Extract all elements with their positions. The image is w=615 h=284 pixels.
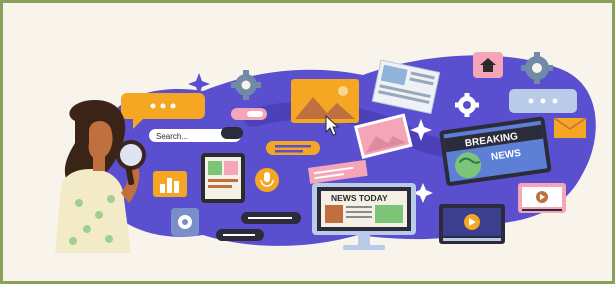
news-media-illustration: Search... NEWS TODAY BREAKING NEWS [55, 52, 596, 253]
toggle-pill [231, 108, 267, 120]
bar-chart-icon [153, 171, 187, 197]
home-icon [473, 52, 503, 78]
video-player [439, 204, 505, 244]
microphone-icon [255, 168, 279, 192]
tablet-device [201, 153, 245, 203]
image-icon [291, 79, 359, 123]
caption-pill [266, 141, 320, 155]
envelope-icon [553, 117, 587, 138]
text-pill [241, 212, 301, 224]
search-bar-text: Search... [156, 132, 188, 141]
illustration-frame: Search... NEWS TODAY BREAKING NEWS [0, 0, 615, 284]
text-pill [216, 229, 264, 241]
video-player [518, 183, 566, 213]
monitor-headline: NEWS TODAY [331, 193, 388, 203]
text-pill [221, 127, 243, 139]
gear-icon [171, 208, 199, 236]
chat-bubble [509, 89, 577, 113]
